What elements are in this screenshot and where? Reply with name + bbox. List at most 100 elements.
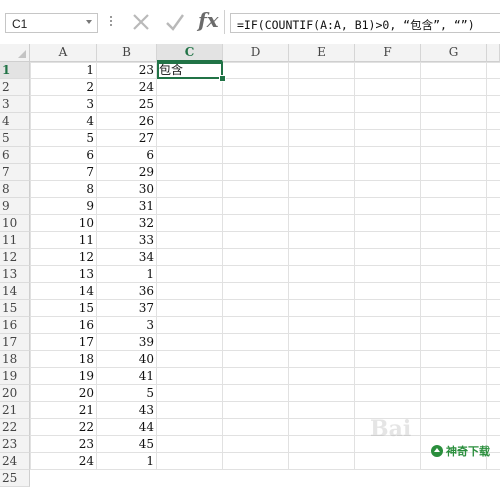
cell-b9[interactable]: 31 xyxy=(97,198,157,215)
cell-b14[interactable]: 36 xyxy=(97,283,157,300)
row-header[interactable]: 25 xyxy=(0,470,30,487)
cell-b13[interactable]: 1 xyxy=(97,266,157,283)
cell-c12[interactable] xyxy=(157,249,223,266)
cell-c9[interactable] xyxy=(157,198,223,215)
cell-a5[interactable]: 5 xyxy=(30,130,97,147)
row-header[interactable]: 21 xyxy=(0,402,30,419)
cell-b8[interactable]: 30 xyxy=(97,181,157,198)
row-header[interactable]: 6 xyxy=(0,147,30,164)
cell-a16[interactable]: 16 xyxy=(30,317,97,334)
row-header[interactable]: 15 xyxy=(0,300,30,317)
column-header-c[interactable]: C xyxy=(157,44,223,62)
insert-function-icon[interactable]: fx xyxy=(198,8,219,32)
column-header-a[interactable]: A xyxy=(30,44,97,62)
cell-b20[interactable]: 5 xyxy=(97,385,157,402)
cell-b23[interactable]: 45 xyxy=(97,436,157,453)
cell-b5[interactable]: 27 xyxy=(97,130,157,147)
cell-a13[interactable]: 13 xyxy=(30,266,97,283)
row-header[interactable]: 22 xyxy=(0,419,30,436)
cell-c14[interactable] xyxy=(157,283,223,300)
row-header[interactable]: 13 xyxy=(0,266,30,283)
cell-c10[interactable] xyxy=(157,215,223,232)
cell-b18[interactable]: 40 xyxy=(97,351,157,368)
cell-a20[interactable]: 20 xyxy=(30,385,97,402)
cell-c21[interactable] xyxy=(157,402,223,419)
cell-c16[interactable] xyxy=(157,317,223,334)
cell-a2[interactable]: 2 xyxy=(30,79,97,96)
column-header-g[interactable]: G xyxy=(421,44,487,62)
cell-a3[interactable]: 3 xyxy=(30,96,97,113)
cell-b11[interactable]: 33 xyxy=(97,232,157,249)
cell-c24[interactable] xyxy=(157,453,223,470)
chevron-down-icon[interactable] xyxy=(86,20,92,24)
cell-a19[interactable]: 19 xyxy=(30,368,97,385)
cancel-icon[interactable] xyxy=(131,11,151,33)
cell-c5[interactable] xyxy=(157,130,223,147)
cell-a15[interactable]: 15 xyxy=(30,300,97,317)
row-header[interactable]: 14 xyxy=(0,283,30,300)
cell-b12[interactable]: 34 xyxy=(97,249,157,266)
cell-a8[interactable]: 8 xyxy=(30,181,97,198)
cell-c17[interactable] xyxy=(157,334,223,351)
cell-c4[interactable] xyxy=(157,113,223,130)
cell-c7[interactable] xyxy=(157,164,223,181)
cell-a1[interactable]: 1 xyxy=(30,62,97,79)
cell-area[interactable]: 1 23 包含 2 24 3 25 4 26 5 27 6 6 7 29 8 30 9 31 10 32 11 33 12 34… xyxy=(30,62,500,470)
cell-b16[interactable]: 3 xyxy=(97,317,157,334)
cell-c20[interactable] xyxy=(157,385,223,402)
cell-c15[interactable] xyxy=(157,300,223,317)
cell-b4[interactable]: 26 xyxy=(97,113,157,130)
cell-b19[interactable]: 41 xyxy=(97,368,157,385)
cell-b10[interactable]: 32 xyxy=(97,215,157,232)
fill-handle[interactable] xyxy=(219,75,226,82)
column-header-f[interactable]: F xyxy=(355,44,421,62)
row-header[interactable]: 19 xyxy=(0,368,30,385)
row-header[interactable]: 9 xyxy=(0,198,30,215)
cell-b22[interactable]: 44 xyxy=(97,419,157,436)
row-header[interactable]: 7 xyxy=(0,164,30,181)
cell-b17[interactable]: 39 xyxy=(97,334,157,351)
cell-a24[interactable]: 24 xyxy=(30,453,97,470)
cell-b3[interactable]: 25 xyxy=(97,96,157,113)
enter-check-icon[interactable] xyxy=(164,12,186,32)
cell-c8[interactable] xyxy=(157,181,223,198)
cell-a7[interactable]: 7 xyxy=(30,164,97,181)
row-header[interactable]: 4 xyxy=(0,113,30,130)
cell-a21[interactable]: 21 xyxy=(30,402,97,419)
column-header-b[interactable]: B xyxy=(97,44,157,62)
cell-c13[interactable] xyxy=(157,266,223,283)
row-header[interactable]: 18 xyxy=(0,351,30,368)
row-header[interactable]: 17 xyxy=(0,334,30,351)
row-header[interactable]: 20 xyxy=(0,385,30,402)
row-header[interactable]: 8 xyxy=(0,181,30,198)
cell-a12[interactable]: 12 xyxy=(30,249,97,266)
cell-a18[interactable]: 18 xyxy=(30,351,97,368)
row-header[interactable]: 3 xyxy=(0,96,30,113)
row-header[interactable]: 24 xyxy=(0,453,30,470)
cell-c22[interactable] xyxy=(157,419,223,436)
cell-a9[interactable]: 9 xyxy=(30,198,97,215)
column-header-d[interactable]: D xyxy=(223,44,289,62)
cell-b21[interactable]: 43 xyxy=(97,402,157,419)
select-all-button[interactable] xyxy=(0,44,30,62)
row-header[interactable]: 5 xyxy=(0,130,30,147)
row-header[interactable]: 10 xyxy=(0,215,30,232)
cell-a10[interactable]: 10 xyxy=(30,215,97,232)
cell-a23[interactable]: 23 xyxy=(30,436,97,453)
cell-a4[interactable]: 4 xyxy=(30,113,97,130)
row-header[interactable]: 16 xyxy=(0,317,30,334)
cell-c19[interactable] xyxy=(157,368,223,385)
cell-c3[interactable] xyxy=(157,96,223,113)
cell-a11[interactable]: 11 xyxy=(30,232,97,249)
name-box[interactable]: C1 xyxy=(5,13,98,33)
cell-b2[interactable]: 24 xyxy=(97,79,157,96)
cell-b15[interactable]: 37 xyxy=(97,300,157,317)
cell-b6[interactable]: 6 xyxy=(97,147,157,164)
cell-a14[interactable]: 14 xyxy=(30,283,97,300)
cell-c18[interactable] xyxy=(157,351,223,368)
drag-handle-icon[interactable] xyxy=(110,14,112,28)
row-header[interactable]: 11 xyxy=(0,232,30,249)
row-header[interactable]: 23 xyxy=(0,436,30,453)
row-header[interactable]: 12 xyxy=(0,249,30,266)
formula-input[interactable]: =IF(COUNTIF(A:A, B1)>0, “包含”, “”) xyxy=(230,13,500,33)
